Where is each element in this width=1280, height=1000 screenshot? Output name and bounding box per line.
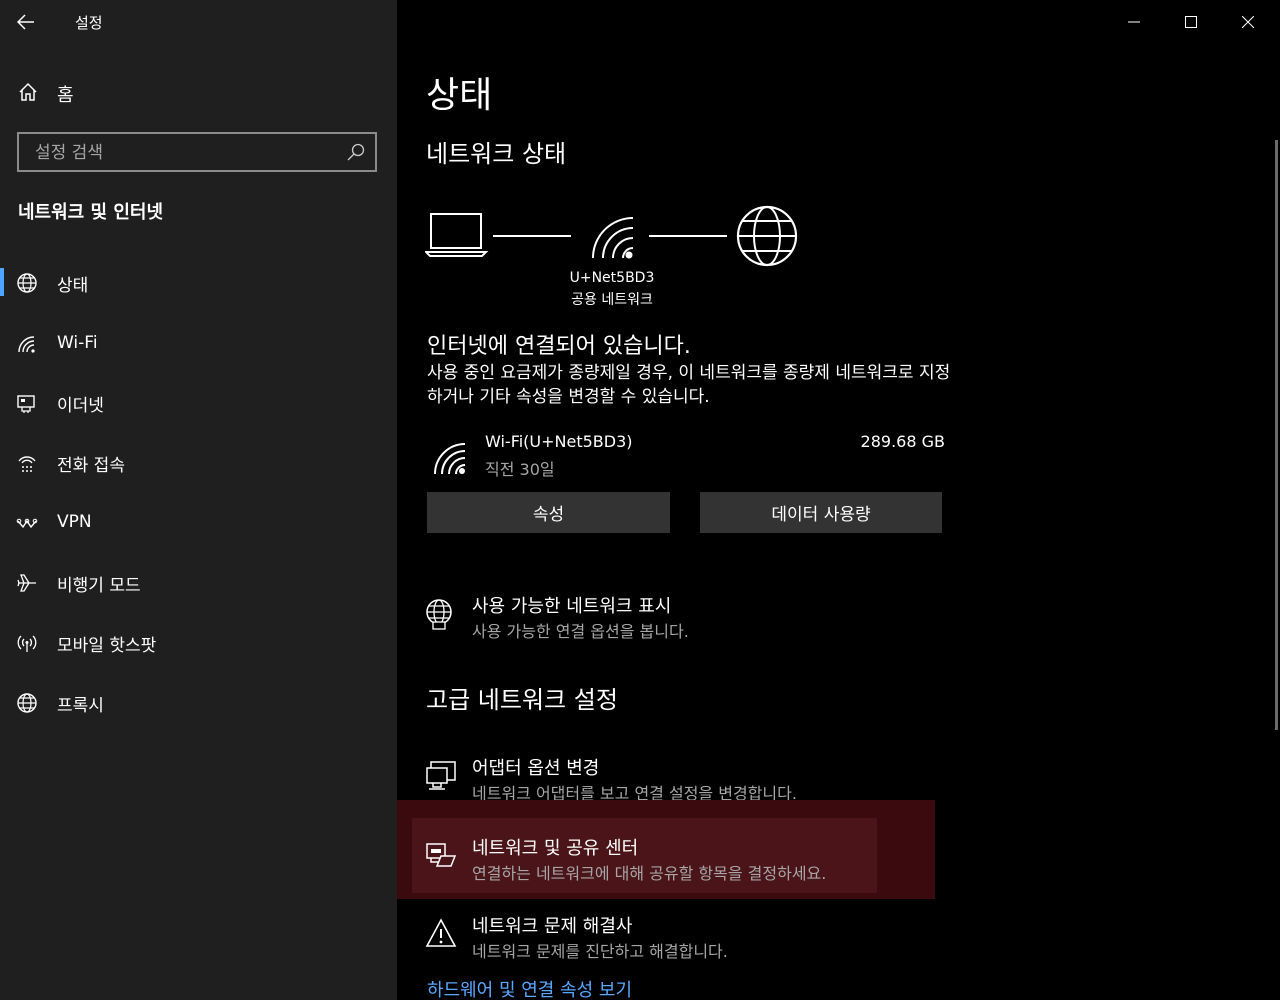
sidebar-item-label: 전화 접속 <box>57 456 125 476</box>
sidebar-item-proxy[interactable]: 프록시 <box>0 680 397 724</box>
wifi-connection-row: Wi-Fi(U+Net5BD3) 직전 30일 289.68 GB <box>425 428 945 484</box>
sidebar-item-label: Wi-Fi <box>57 333 98 353</box>
sidebar-item-airplane[interactable]: 비행기 모드 <box>0 560 397 604</box>
sidebar-home[interactable]: 홈 <box>0 72 397 112</box>
sidebar-item-label: 이더넷 <box>57 396 104 416</box>
data-usage-button[interactable]: 데이터 사용량 <box>700 492 942 533</box>
sidebar: 설정 홈 네트워크 및 인터넷 상태 Wi-Fi 이더넷 전화 접속 <box>0 0 397 1000</box>
sidebar-item-vpn[interactable]: VPN <box>0 501 397 545</box>
sidebar-item-label: 상태 <box>57 276 89 296</box>
search-input[interactable] <box>33 134 337 172</box>
wifi-icon <box>16 334 38 356</box>
metered-description: 사용 중인 요금제가 종량제일 경우, 이 네트워크를 종량제 네트워크로 지정… <box>427 363 951 407</box>
adapter-icon <box>425 760 457 792</box>
sidebar-item-hotspot[interactable]: 모바일 핫스팟 <box>0 620 397 664</box>
network-troubleshooter-link[interactable]: 네트워크 문제 해결사 네트워크 문제를 진단하고 해결합니다. <box>425 912 895 964</box>
link-desc: 네트워크 문제를 진단하고 해결합니다. <box>472 942 728 961</box>
globe-network-icon <box>425 598 455 630</box>
link-title: 사용 가능한 네트워크 표시 <box>472 596 672 617</box>
back-arrow-icon <box>17 14 35 30</box>
scrollbar[interactable] <box>1275 140 1278 730</box>
vpn-icon <box>16 513 38 535</box>
advanced-settings-heading: 고급 네트워크 설정 <box>426 686 618 714</box>
laptop-icon <box>423 213 489 257</box>
app-title: 설정 <box>75 14 103 32</box>
main-content: 상태 네트워크 상태 U+Net5BD3 공용 네트워크 인터넷에 연결되어 있… <box>397 0 1280 1000</box>
wifi-icon <box>433 442 467 476</box>
dialup-icon <box>16 452 38 474</box>
sidebar-item-wifi[interactable]: Wi-Fi <box>0 322 397 366</box>
sidebar-item-ethernet[interactable]: 이더넷 <box>0 380 397 424</box>
change-adapter-options-link[interactable]: 어댑터 옵션 변경 네트워크 어댑터를 보고 연결 설정을 변경합니다. <box>425 754 895 806</box>
minimize-icon <box>1128 21 1140 23</box>
wifi-signal-icon <box>592 217 634 259</box>
warning-icon <box>425 918 457 948</box>
hardware-properties-link[interactable]: 하드웨어 및 연결 속성 보기 <box>427 976 632 1000</box>
wifi-connection-name: Wi-Fi(U+Net5BD3) <box>485 432 633 451</box>
search-box[interactable] <box>17 132 377 172</box>
sidebar-item-label: 모바일 핫스팟 <box>57 636 157 656</box>
close-icon <box>1242 16 1254 28</box>
link-title: 네트워크 문제 해결사 <box>472 916 633 937</box>
properties-button[interactable]: 속성 <box>427 492 670 533</box>
show-available-networks-link[interactable]: 사용 가능한 네트워크 표시 사용 가능한 연결 옵션을 봅니다. <box>425 592 895 644</box>
network-ssid: U+Net5BD3 <box>569 270 655 286</box>
sidebar-item-label: VPN <box>57 512 92 532</box>
search-icon[interactable] <box>347 143 365 161</box>
link-desc: 사용 가능한 연결 옵션을 봅니다. <box>472 622 689 641</box>
network-status-heading: 네트워크 상태 <box>426 140 567 168</box>
maximize-icon <box>1185 16 1197 28</box>
network-sharing-center-link[interactable]: 네트워크 및 공유 센터 연결하는 네트워크에 대해 공유할 항목을 결정하세요… <box>425 834 895 886</box>
link-desc: 연결하는 네트워크에 대해 공유할 항목을 결정하세요. <box>472 864 827 883</box>
sidebar-home-label: 홈 <box>57 85 74 106</box>
network-type: 공용 네트워크 <box>571 292 653 308</box>
link-title: 네트워크 및 공유 센터 <box>472 838 639 859</box>
close-button[interactable] <box>1220 0 1276 44</box>
link-title: 어댑터 옵션 변경 <box>472 758 600 779</box>
sidebar-item-label: 비행기 모드 <box>57 576 141 596</box>
maximize-button[interactable] <box>1163 0 1219 44</box>
wifi-usage-period: 직전 30일 <box>485 460 555 479</box>
sharing-center-icon <box>425 840 457 872</box>
globe-icon <box>16 692 38 714</box>
section-title: 네트워크 및 인터넷 <box>18 202 164 223</box>
home-icon <box>18 82 38 102</box>
back-button[interactable] <box>8 6 44 38</box>
page-title: 상태 <box>426 75 493 116</box>
airplane-icon <box>16 572 38 594</box>
sidebar-item-dialup[interactable]: 전화 접속 <box>0 440 397 484</box>
ethernet-icon <box>16 392 38 414</box>
internet-globe-icon <box>736 205 798 267</box>
wifi-data-usage: 289.68 GB <box>860 432 945 451</box>
connection-status-text: 인터넷에 연결되어 있습니다. <box>427 334 691 359</box>
minimize-button[interactable] <box>1106 0 1162 44</box>
sidebar-item-status[interactable]: 상태 <box>0 260 397 304</box>
status-globe-icon <box>16 272 38 294</box>
sidebar-item-label: 프록시 <box>57 696 104 716</box>
hotspot-icon <box>16 632 38 654</box>
